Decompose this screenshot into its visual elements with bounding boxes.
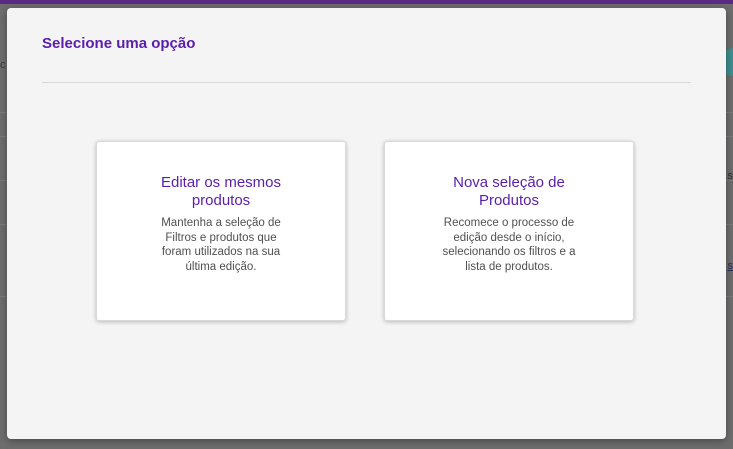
option-description: Recomece o processo de edição desde o in… bbox=[442, 217, 576, 273]
modal-title: Selecione uma opção bbox=[42, 35, 196, 52]
option-card-edit-same-products[interactable]: Editar os mesmos produtos Mantenha a sel… bbox=[96, 141, 346, 321]
background-text: s bbox=[727, 170, 733, 182]
modal-divider bbox=[42, 82, 691, 83]
selection-modal: Selecione uma opção Editar os mesmos pro… bbox=[7, 8, 726, 439]
option-title: Nova seleção de Produtos bbox=[453, 174, 565, 209]
background-text: c bbox=[0, 59, 6, 71]
option-card-new-product-selection[interactable]: Nova seleção de Produtos Recomece o proc… bbox=[384, 141, 634, 321]
option-title: Editar os mesmos produtos bbox=[160, 174, 282, 209]
background-link: s bbox=[727, 260, 733, 272]
option-description: Mantenha a seleção de Filtros e produtos… bbox=[161, 217, 281, 273]
